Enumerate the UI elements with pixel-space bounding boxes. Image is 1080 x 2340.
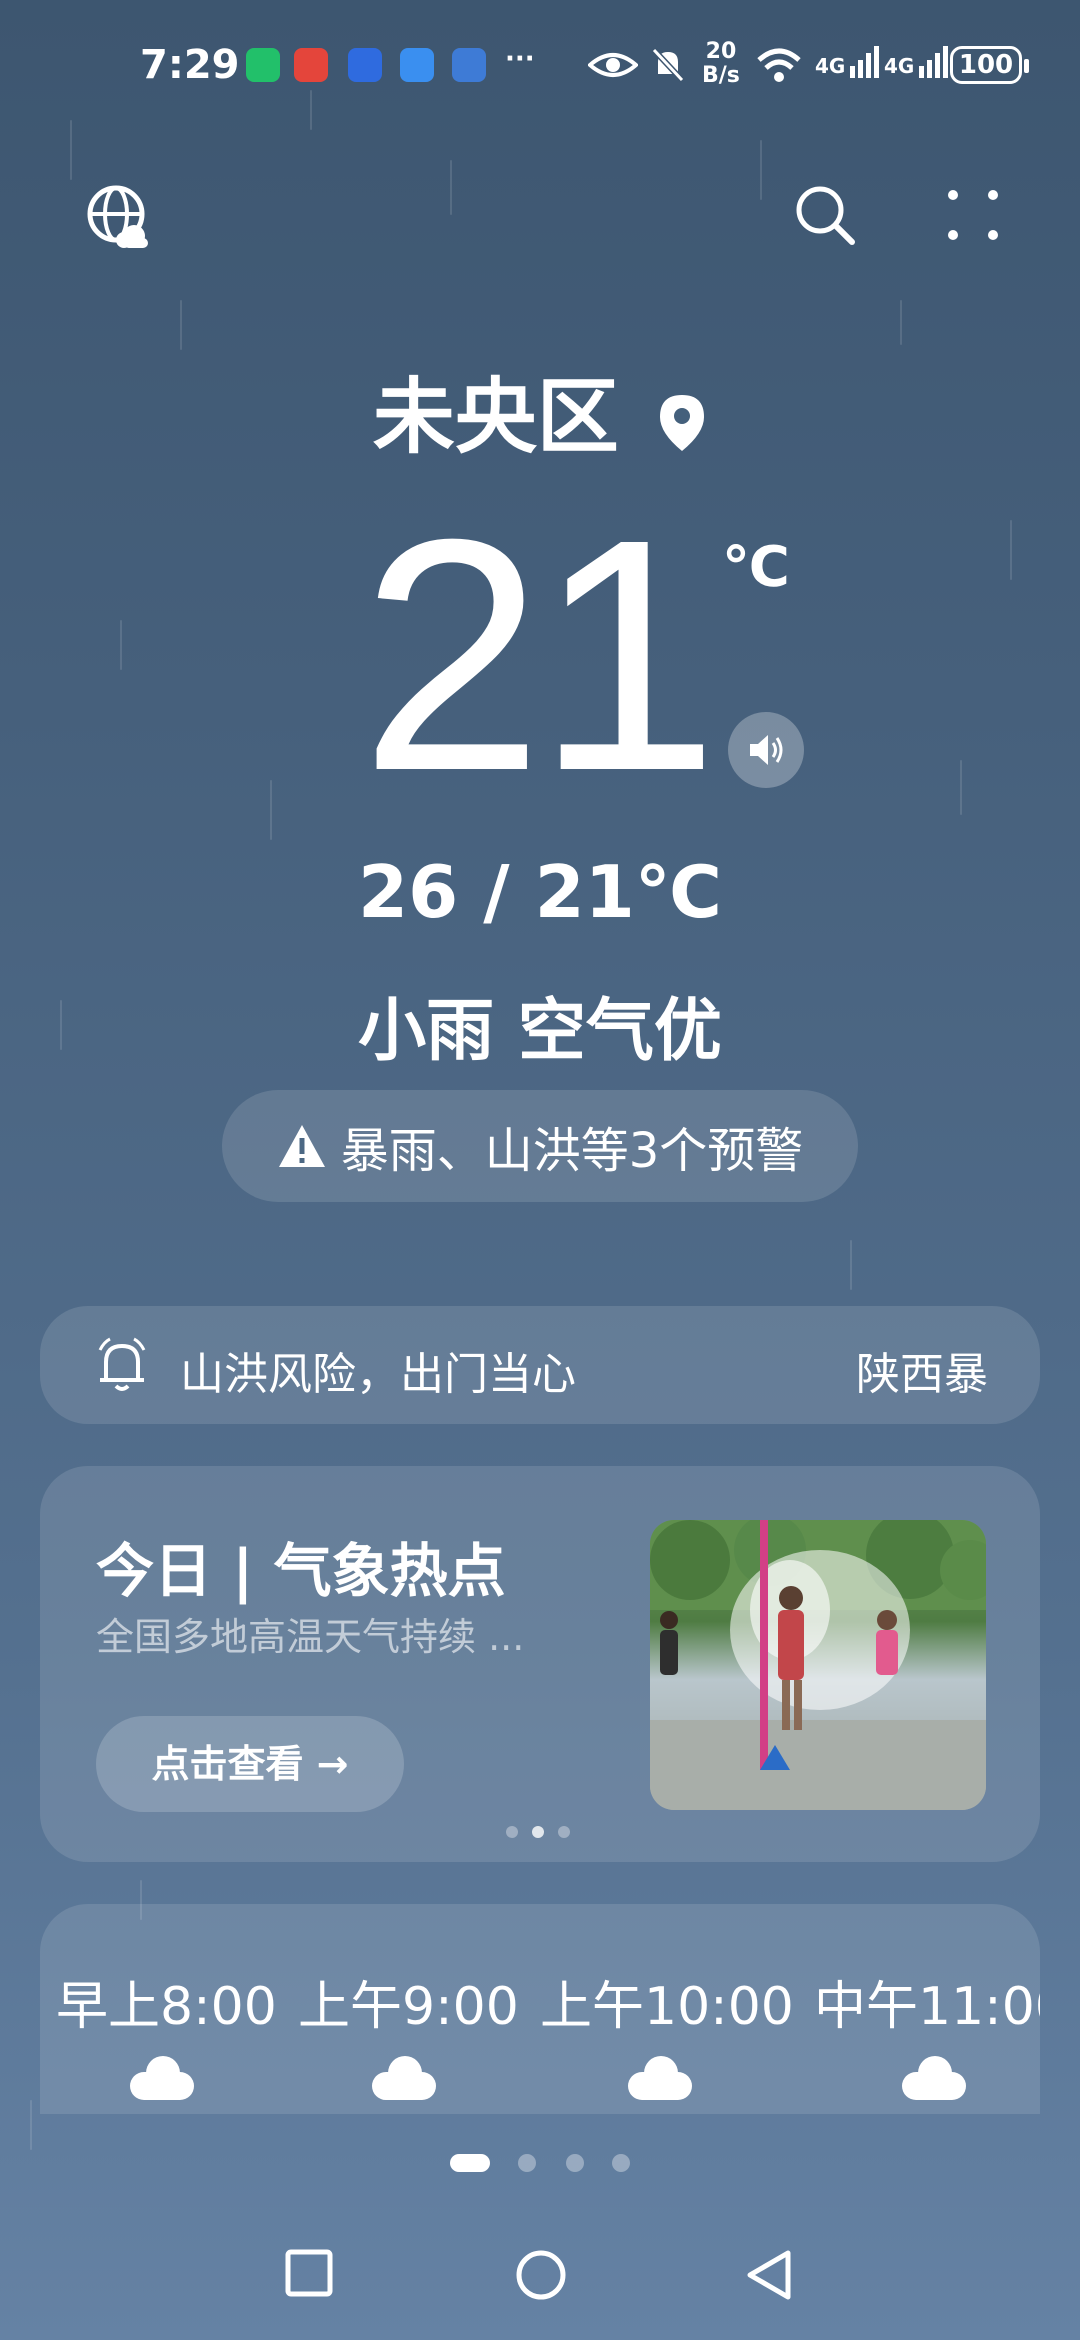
cloud-icon: [130, 2056, 194, 2100]
cloud-icon: [628, 2056, 692, 2100]
status-more: ···: [505, 44, 535, 74]
carousel-dot: [506, 1826, 518, 1838]
battery-indicator: 100: [950, 46, 1029, 84]
location-pin-icon: [660, 394, 705, 451]
home-button[interactable]: [514, 2248, 568, 2302]
risk-notice-card[interactable]: 山洪风险，出门当心 陕西暴: [40, 1306, 1040, 1424]
page-dot-active: [450, 2154, 490, 2172]
fountain-photo-art: [650, 1520, 986, 1810]
warning-text: 暴雨、山洪等3个预警: [340, 1123, 804, 1179]
signal-2-label: 4G: [884, 54, 915, 78]
fountain-photo[interactable]: [650, 1520, 986, 1810]
hourly-forecast[interactable]: 早上8:00 上午9:00 上午10:00 中午11:00: [40, 1904, 1040, 2114]
back-button[interactable]: [744, 2248, 794, 2302]
signal-1-label: 4G: [815, 54, 846, 78]
page-dot: [566, 2154, 584, 2172]
temperature-range: 26 / 21℃: [357, 850, 722, 934]
cloud-icon: [372, 2056, 436, 2100]
warning-pill[interactable]: 暴雨、山洪等3个预警: [222, 1090, 858, 1202]
speaker-button[interactable]: [728, 712, 804, 788]
wifi-icon: [757, 48, 801, 82]
carousel-dot: [558, 1826, 570, 1838]
hour-label: 上午9:00: [298, 1977, 519, 2037]
mute-bell-icon: [651, 47, 685, 83]
recent-apps-button[interactable]: [284, 2248, 334, 2298]
chs-app-icon: [452, 48, 486, 82]
notice-source: 陕西暴: [856, 1349, 988, 1400]
temperature-unit: ℃: [722, 535, 790, 600]
carousel-dots: [506, 1826, 570, 1838]
notice-text: 山洪风险，出门当心: [180, 1349, 576, 1400]
hot-topic-title: 今日 | 气象热点: [96, 1537, 506, 1605]
cloud-icon: [902, 2056, 966, 2100]
hour-label: 早上8:00: [56, 1977, 277, 2037]
hot-topic-subtitle: 全国多地高温天气持续 ...: [96, 1615, 525, 1659]
eye-icon: [588, 53, 638, 77]
weather-condition: 小雨 空气优: [358, 992, 722, 1071]
page-dot: [612, 2154, 630, 2172]
lightbulb-app-icon: [348, 48, 382, 82]
city-name: 未央区: [372, 370, 619, 465]
net-speed-value: 20: [705, 39, 737, 64]
page-dot: [518, 2154, 536, 2172]
net-speed-unit: B/s: [702, 63, 740, 88]
speaker-icon: [750, 735, 783, 765]
card-app-icon: [400, 48, 434, 82]
current-temperature: 21: [360, 470, 719, 839]
view-details-button[interactable]: 点击查看 →: [96, 1716, 404, 1812]
signal-bars-icon: [850, 46, 880, 78]
status-time: 7:29: [140, 42, 240, 88]
warning-triangle-icon: [278, 1125, 325, 1167]
signal-bars-icon: [919, 46, 949, 78]
more-dots-icon[interactable]: [946, 188, 1000, 242]
hour-label: 中午11:00: [814, 1977, 1040, 2037]
bell-icon: [98, 1337, 146, 1391]
hourglass-app-icon: [246, 48, 280, 82]
weather-hot-topic-card[interactable]: 今日 | 气象热点 全国多地高温天气持续 ... 点击查看 →: [40, 1466, 1040, 1862]
globe-cloud-icon[interactable]: [86, 184, 152, 250]
city-header[interactable]: 未央区: [0, 350, 1080, 469]
signal-1: 4G: [815, 44, 880, 78]
search-icon[interactable]: [794, 184, 856, 246]
signal-2: 4G: [884, 44, 949, 78]
hour-label: 上午10:00: [540, 1977, 794, 2037]
carousel-dot-active: [532, 1826, 544, 1838]
clown-app-icon: [294, 48, 328, 82]
net-speed: 20 B/s: [702, 40, 740, 88]
